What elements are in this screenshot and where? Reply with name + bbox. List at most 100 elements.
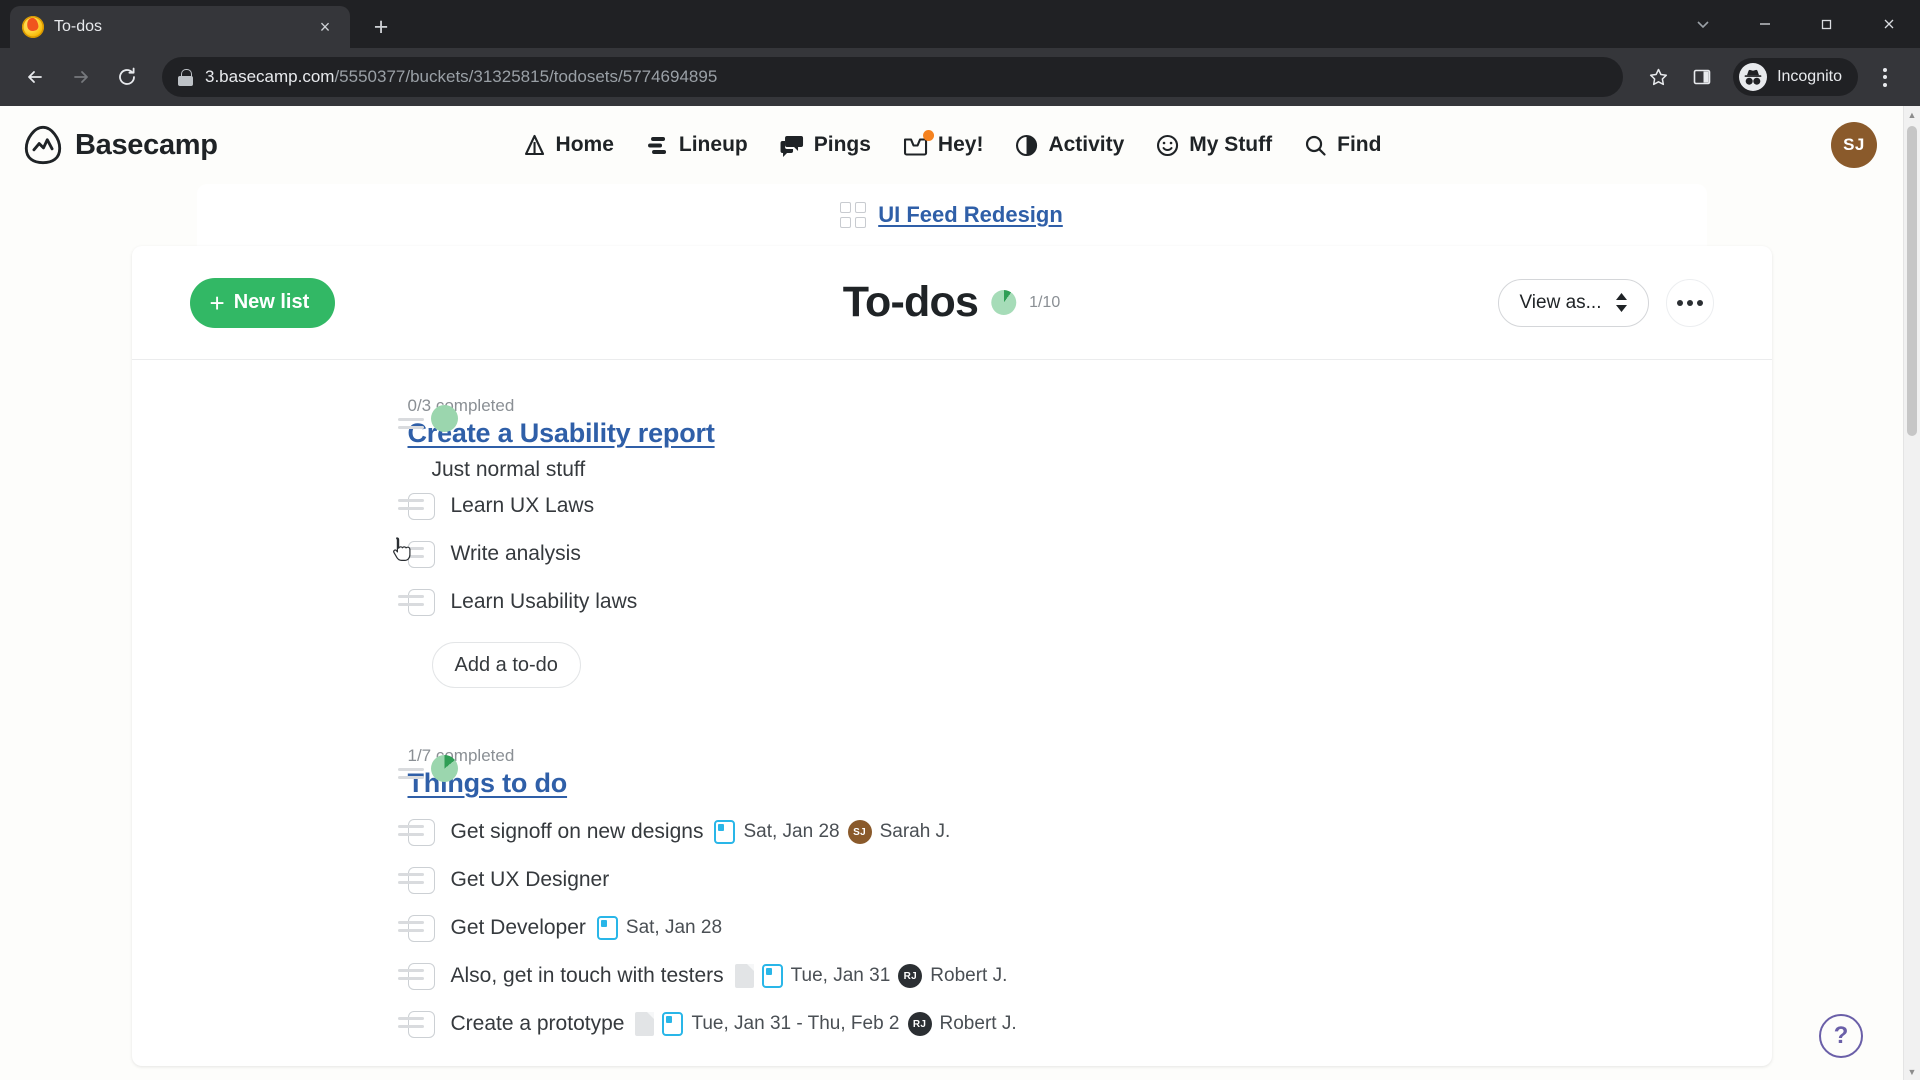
tab-search-chevron-icon[interactable] (1672, 0, 1734, 48)
maximize-icon[interactable] (1796, 0, 1858, 48)
more-options-button[interactable] (1665, 278, 1714, 327)
scroll-down-arrow-icon[interactable]: ▼ (1904, 1063, 1920, 1080)
back-icon[interactable] (14, 56, 56, 98)
scrollbar-thumb[interactable] (1907, 126, 1917, 436)
calendar-icon (596, 916, 618, 940)
nav-activity[interactable]: Activity (1014, 133, 1124, 158)
todo-text[interactable]: Get UX Designer (451, 868, 610, 892)
drag-handle-icon[interactable] (397, 418, 424, 429)
nav-hey[interactable]: Hey! (902, 129, 984, 158)
todo-due-date: Tue, Jan 31 - Thu, Feb 2 (691, 1013, 900, 1034)
todo-text[interactable]: Learn UX Laws (451, 494, 595, 518)
chrome-menu-icon[interactable] (1864, 56, 1906, 98)
todo-meta: Tue, Jan 31 RJ Robert J. (734, 964, 1008, 988)
nav-hey-label: Hey! (937, 133, 984, 156)
todolist: 0/3 completed Create a Usability report … (132, 396, 1772, 688)
drag-handle-icon[interactable] (397, 873, 424, 884)
page-title-group: To-dos 1/10 (843, 278, 1060, 327)
todo-text[interactable]: Get Developer (451, 916, 586, 940)
toolbar-right: Incognito (1637, 56, 1906, 98)
assignee-avatar[interactable]: RJ (898, 964, 923, 988)
close-window-icon[interactable] (1858, 0, 1920, 48)
todolist: 1/7 completed Things to do Get signoff o… (132, 746, 1772, 1048)
assignee-name: Robert J. (939, 1013, 1017, 1034)
window-controls (1672, 0, 1920, 48)
drag-handle-icon[interactable] (397, 768, 424, 779)
incognito-icon (1739, 63, 1768, 91)
todolist-header: 1/7 completed Things to do (132, 746, 1772, 799)
calendar-icon (662, 1012, 684, 1036)
nav-find[interactable]: Find (1303, 133, 1381, 158)
address-bar[interactable]: 3.basecamp.com/5550377/buckets/31325815/… (162, 57, 1624, 97)
todo-text[interactable]: Get signoff on new designs (451, 820, 704, 844)
star-icon[interactable] (1637, 56, 1679, 98)
url-text: 3.basecamp.com/5550377/buckets/31325815/… (205, 67, 717, 87)
mouse-cursor (393, 537, 411, 561)
todo-due-date: Tue, Jan 31 (790, 965, 891, 986)
calendar-icon (761, 964, 783, 988)
page-scrollbar[interactable]: ▲ ▼ (1903, 106, 1920, 1080)
lock-icon (178, 68, 193, 86)
todos-card-header: + New list To-dos 1/10 View as... (131, 246, 1772, 360)
nav-home-label: Home (555, 133, 614, 156)
list-progress-pie-icon (430, 755, 458, 782)
drag-handle-icon[interactable] (397, 825, 424, 836)
new-tab-icon[interactable]: + (364, 10, 398, 44)
assignee-name: Robert J. (930, 965, 1008, 986)
project-bar: UI Feed Redesign (196, 184, 1707, 246)
plus-icon: + (209, 287, 225, 318)
basecamp-brand-text: Basecamp (75, 128, 218, 161)
side-panel-icon[interactable] (1681, 56, 1723, 98)
tab-title: To-dos (54, 18, 103, 35)
add-todo-button[interactable]: Add a to-do (431, 642, 581, 688)
drag-handle-icon[interactable] (397, 921, 424, 932)
minimize-icon[interactable] (1734, 0, 1796, 48)
drag-handle-icon[interactable] (397, 1017, 424, 1028)
my-stuff-smiley-icon (1155, 133, 1180, 158)
nav-my-stuff[interactable]: My Stuff (1155, 133, 1272, 158)
todo-due-date: Sat, Jan 28 (743, 821, 840, 842)
basecamp-logo[interactable]: Basecamp (22, 124, 218, 166)
scroll-up-arrow-icon[interactable]: ▲ (1904, 106, 1920, 123)
nav-lineup[interactable]: Lineup (645, 133, 748, 158)
drag-handle-icon[interactable] (397, 595, 424, 606)
todo-meta: Sat, Jan 28 SJ Sarah J. (714, 820, 950, 844)
todo-item: Write analysis (132, 530, 1772, 578)
todo-text[interactable]: Write analysis (451, 542, 581, 566)
close-tab-icon[interactable]: × (312, 14, 338, 40)
nav-pings[interactable]: Pings (779, 133, 871, 158)
assignee-avatar[interactable]: SJ (847, 820, 872, 844)
assignee-avatar[interactable]: RJ (907, 1012, 932, 1036)
reload-icon[interactable] (106, 56, 148, 98)
lineup-icon (645, 133, 670, 158)
overall-progress-pie-icon (991, 290, 1017, 315)
nav-home[interactable]: Home (522, 133, 614, 158)
browser-tab[interactable]: To-dos × (10, 6, 350, 48)
view-as-label: View as... (1519, 291, 1602, 313)
nav-pings-label: Pings (813, 133, 871, 156)
basecamp-nav-links: Home Lineup Pings Hey! Activity My Stuff… (522, 129, 1381, 158)
todo-text[interactable]: Learn Usability laws (451, 590, 638, 614)
forward-icon (60, 56, 102, 98)
new-list-label: New list (233, 291, 310, 313)
drag-handle-icon[interactable] (397, 969, 424, 980)
todo-text[interactable]: Create a prototype (451, 1012, 625, 1036)
browser-window: To-dos × + 3.basecamp.com/5550377/bucket… (0, 0, 1920, 1080)
header-actions: View as... (1498, 278, 1714, 327)
project-name-link[interactable]: UI Feed Redesign (878, 202, 1063, 228)
todo-item: Get Developer Sat, Jan 28 (132, 904, 1772, 952)
browser-toolbar: 3.basecamp.com/5550377/buckets/31325815/… (0, 48, 1920, 106)
incognito-label: Incognito (1777, 68, 1842, 85)
drag-handle-icon[interactable] (397, 499, 424, 510)
user-avatar[interactable]: SJ (1831, 122, 1877, 168)
new-list-button[interactable]: + New list (189, 277, 336, 328)
todo-text[interactable]: Also, get in touch with testers (451, 964, 724, 988)
page-title: To-dos (842, 278, 979, 326)
list-progress-pie-icon (430, 405, 458, 432)
list-completed-count: 0/3 completed (407, 396, 515, 415)
notes-document-icon (635, 1012, 655, 1036)
help-button[interactable]: ? (1819, 1014, 1863, 1058)
todo-item: Learn Usability laws (132, 578, 1772, 626)
incognito-indicator[interactable]: Incognito (1733, 58, 1858, 96)
view-as-button[interactable]: View as... (1498, 278, 1649, 327)
